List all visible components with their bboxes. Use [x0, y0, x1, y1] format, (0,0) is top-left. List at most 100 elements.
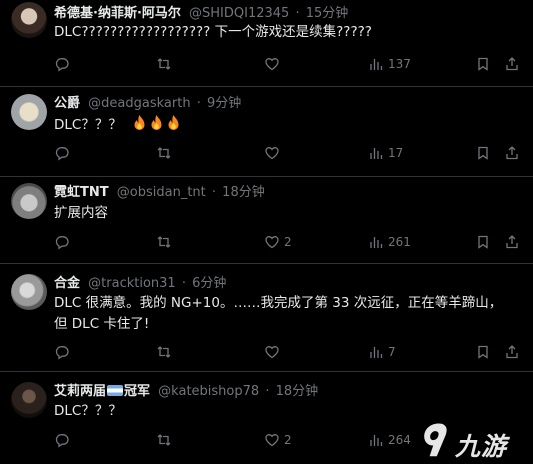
retweet-button[interactable]	[156, 233, 176, 251]
tweet[interactable]: 公爵 @deadgaskarth · 9分钟 DLC？？？ 17	[0, 87, 533, 177]
display-name-part: 艾莉两届	[54, 384, 107, 399]
reply-button[interactable]	[54, 55, 74, 73]
tweet-text: DLC?????????????????? 下一个游戏还是续集?????	[54, 24, 372, 40]
handle[interactable]: @deadgaskarth	[88, 96, 190, 111]
bookmark-icon	[478, 345, 488, 359]
avatar[interactable]	[11, 94, 47, 130]
fire-icon	[134, 115, 145, 130]
reply-icon	[55, 147, 69, 161]
retweet-button[interactable]	[156, 55, 176, 73]
timestamp[interactable]: 18分钟	[276, 384, 319, 399]
view-count: 261	[388, 235, 411, 249]
avatar[interactable]	[11, 274, 47, 310]
heart-icon	[265, 434, 279, 447]
view-count: 17	[388, 146, 404, 160]
separator: ·	[265, 384, 270, 399]
bookmark-icon	[478, 235, 488, 249]
separator: ·	[211, 185, 217, 200]
retweet-button[interactable]	[156, 431, 176, 449]
tweet-feed: 希德基·纳菲斯·阿马尔 @SHIDQI12345 · 15分钟 DLC?????…	[0, 0, 533, 464]
bookmark-button[interactable]	[475, 343, 491, 361]
bookmark-button[interactable]	[475, 144, 491, 162]
share-button[interactable]	[504, 55, 520, 73]
views-button[interactable]: 137	[368, 55, 411, 73]
tweet[interactable]: 合金 @tracktion31 · 6分钟 DLC 很满意。我的 NG+10。……	[0, 264, 533, 372]
tweet[interactable]: 希德基·纳菲斯·阿马尔 @SHIDQI12345 · 15分钟 DLC?????…	[0, 0, 533, 87]
like-button[interactable]	[264, 343, 284, 361]
reply-button[interactable]	[54, 233, 74, 251]
handle[interactable]: @obsidan_tnt	[117, 185, 206, 200]
share-icon	[506, 235, 518, 249]
share-icon	[506, 345, 518, 359]
action-bar: 137	[54, 55, 524, 73]
like-button[interactable]: 2	[264, 233, 292, 251]
share-icon	[506, 57, 518, 71]
jiuyou-logo-icon	[424, 423, 447, 457]
views-icon	[370, 237, 383, 248]
timestamp[interactable]: 15分钟	[306, 6, 349, 21]
share-button[interactable]	[504, 343, 520, 361]
argentina-flag-icon	[107, 385, 124, 396]
heart-icon	[265, 236, 279, 249]
view-count: 7	[388, 345, 396, 359]
heart-icon	[265, 346, 279, 359]
reply-icon	[55, 236, 69, 250]
avatar[interactable]	[11, 183, 47, 219]
separator: ·	[181, 276, 186, 291]
avatar[interactable]	[11, 382, 47, 418]
share-button[interactable]	[504, 144, 520, 162]
timestamp[interactable]: 6分钟	[192, 276, 226, 291]
like-button[interactable]	[264, 55, 284, 73]
views-icon	[370, 435, 383, 446]
tweet-text-line: DLC？？？	[54, 114, 521, 136]
reply-button[interactable]	[54, 144, 74, 162]
bookmark-button[interactable]	[475, 55, 491, 73]
tweet-text: 扩展内容	[54, 205, 108, 221]
tweet-header: 公爵 @deadgaskarth · 9分钟	[54, 94, 241, 114]
tweet-header: 希德基·纳菲斯·阿马尔 @SHIDQI12345 · 15分钟	[54, 4, 348, 24]
retweet-icon	[157, 434, 171, 446]
retweet-icon	[157, 236, 171, 248]
display-name[interactable]: 霓虹TNT	[54, 185, 109, 200]
view-count: 264	[388, 433, 411, 447]
like-button[interactable]: 2	[264, 431, 292, 449]
separator: ·	[295, 6, 300, 21]
tweet[interactable]: 霓虹TNT @obsidan_tnt · 18分钟 扩展内容 2 261	[0, 177, 533, 264]
timestamp[interactable]: 18分钟	[222, 185, 265, 200]
bookmark-button[interactable]	[475, 233, 491, 251]
tweet-header: 霓虹TNT @obsidan_tnt · 18分钟	[54, 183, 265, 203]
action-bar: 7	[54, 343, 524, 361]
action-bar: 17	[54, 144, 524, 162]
retweet-button[interactable]	[156, 144, 176, 162]
views-button[interactable]: 17	[368, 144, 403, 162]
avatar[interactable]	[11, 2, 47, 38]
views-icon	[370, 148, 383, 159]
display-name[interactable]: 合金	[54, 276, 80, 291]
handle[interactable]: @katebishop78	[158, 384, 259, 399]
display-name[interactable]: 公爵	[54, 96, 80, 111]
separator: ·	[196, 96, 201, 111]
like-button[interactable]	[264, 144, 284, 162]
timestamp[interactable]: 9分钟	[207, 96, 241, 111]
views-button[interactable]: 261	[368, 233, 411, 251]
reply-button[interactable]	[54, 431, 74, 449]
fire-emoji-group	[132, 115, 183, 133]
display-name[interactable]: 希德基·纳菲斯·阿马尔	[54, 6, 181, 21]
display-name[interactable]: 艾莉两届 冠军	[54, 384, 150, 399]
views-button[interactable]: 264	[368, 431, 411, 449]
share-icon	[506, 146, 518, 160]
views-button[interactable]: 7	[368, 343, 396, 361]
views-icon	[370, 59, 383, 70]
action-bar: 2 261	[54, 233, 524, 251]
reply-button[interactable]	[54, 343, 74, 361]
share-button[interactable]	[504, 233, 520, 251]
reply-icon	[55, 346, 69, 360]
handle[interactable]: @SHIDQI12345	[189, 6, 289, 21]
retweet-button[interactable]	[156, 343, 176, 361]
tweet-text: DLC？？？	[54, 117, 122, 133]
handle[interactable]: @tracktion31	[88, 276, 176, 291]
tweet-header: 艾莉两届 冠军 @katebishop78 · 18分钟	[54, 382, 318, 402]
retweet-icon	[157, 147, 171, 159]
retweet-icon	[157, 58, 171, 70]
view-count: 137	[388, 57, 411, 71]
